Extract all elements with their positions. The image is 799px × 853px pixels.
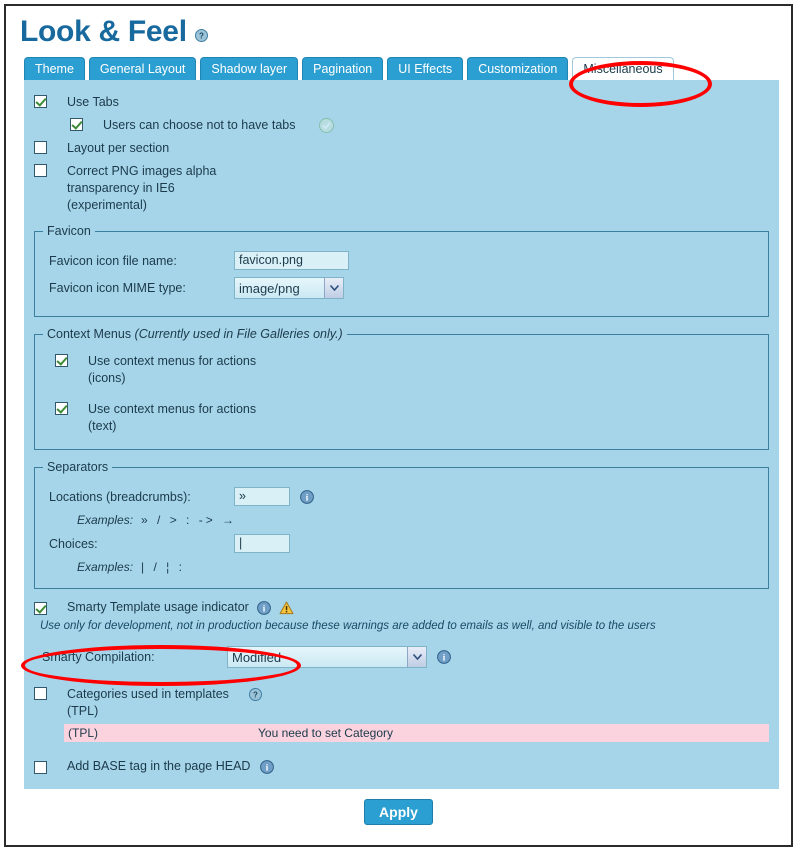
smarty-indicator-label: Smarty Template usage indicator <box>67 600 249 614</box>
correct-png-checkbox[interactable] <box>34 164 47 177</box>
separators-choices-examples-label: Examples: <box>77 560 134 574</box>
context-menus-text-checkbox[interactable] <box>55 402 68 415</box>
info-icon[interactable]: i <box>256 600 271 615</box>
favicon-mime-label: Favicon icon MIME type: <box>49 281 186 295</box>
separators-choices-row: Choices: <box>49 534 760 553</box>
users-choose-no-tabs-label: Users can choose not to have tabs <box>103 118 296 132</box>
svg-text:?: ? <box>253 691 258 700</box>
context-menus-icons-label: Use context menus for actions (icons) <box>88 354 257 385</box>
base-tag-checkbox[interactable] <box>34 760 47 774</box>
context-menus-legend-main: Context Menus <box>47 327 135 341</box>
separators-locations-examples: Examples: » / > : -> → <box>77 513 760 527</box>
smarty-compilation-row: Smarty Compilation: Modified i <box>42 646 769 668</box>
warning-triangle-icon[interactable] <box>279 601 294 615</box>
svg-text:?: ? <box>199 31 204 40</box>
use-tabs-checkbox[interactable] <box>34 95 47 108</box>
categories-label: Categories used in templates (TPL) <box>67 687 229 718</box>
option-layout-per-section[interactable]: Layout per section <box>34 140 769 157</box>
info-icon[interactable]: i <box>300 489 314 504</box>
tab-customization[interactable]: Customization <box>467 57 569 80</box>
separators-choices-examples: Examples: | / ¦ : <box>77 560 760 574</box>
separators-locations-row: Locations (breadcrumbs): i <box>49 487 760 506</box>
tab-general-layout[interactable]: General Layout <box>88 57 197 80</box>
separators-legend: Separators <box>47 460 109 474</box>
context-menus-group: Context Menus (Currently used in File Ga… <box>34 327 769 450</box>
tab-theme[interactable]: Theme <box>24 57 85 80</box>
option-context-menus-icons[interactable]: Use context menus for actions (icons) <box>55 353 760 387</box>
favicon-group: Favicon Favicon icon file name: Favicon … <box>34 224 769 317</box>
option-add-base-tag[interactable]: Add BASE tag in the page HEAD i <box>34 758 769 775</box>
separators-locations-examples-values: » / > : -> → <box>141 513 238 527</box>
categories-alert-text: You need to set Category <box>258 726 393 740</box>
help-icon[interactable]: ? <box>194 28 208 42</box>
favicon-mime-select[interactable]: image/png <box>234 277 344 299</box>
categories-alert-row: (TPL) You need to set Category <box>64 724 769 742</box>
separators-choices-input[interactable] <box>234 534 290 553</box>
context-menus-icons-checkbox[interactable] <box>55 354 68 367</box>
context-menus-text-label: Use context menus for actions (text) <box>88 402 257 433</box>
use-tabs-label: Use Tabs <box>67 95 119 109</box>
footer-actions: Apply <box>6 789 791 833</box>
tab-miscellaneous[interactable]: Miscellaneous <box>572 57 674 80</box>
chevron-down-icon[interactable] <box>324 278 343 298</box>
favicon-legend: Favicon <box>47 224 91 238</box>
tab-shadow-layer[interactable]: Shadow layer <box>200 57 299 80</box>
context-menus-legend: Context Menus (Currently used in File Ga… <box>43 327 347 341</box>
option-smarty-indicator[interactable]: Smarty Template usage indicator i <box>34 599 769 616</box>
tab-bar: Theme General Layout Shadow layer Pagina… <box>6 55 791 80</box>
favicon-mime-value: image/png <box>239 280 300 296</box>
categories-alert-left: (TPL) <box>68 726 98 740</box>
favicon-file-name-row: Favicon icon file name: <box>49 251 760 270</box>
option-correct-png[interactable]: Correct PNG images alpha transparency in… <box>34 163 769 214</box>
separators-choices-examples-values: | / ¦ : <box>141 560 185 574</box>
smarty-compilation-select[interactable]: Modified <box>227 646 427 668</box>
separators-locations-label: Locations (breadcrumbs): <box>49 489 191 504</box>
categories-checkbox[interactable] <box>34 687 47 700</box>
smarty-indicator-checkbox[interactable] <box>34 601 47 615</box>
green-check-circle-icon <box>319 118 335 133</box>
separators-locations-examples-label: Examples: <box>77 513 134 527</box>
correct-png-label: Correct PNG images alpha transparency in… <box>67 164 217 212</box>
page-header: Look & Feel ? <box>6 6 791 51</box>
option-use-tabs[interactable]: Use Tabs <box>34 94 769 111</box>
option-context-menus-text[interactable]: Use context menus for actions (text) <box>55 401 760 435</box>
miscellaneous-panel: Use Tabs Users can choose not to have ta… <box>24 80 779 789</box>
application-window: Look & Feel ? Theme General Layout Shado… <box>4 4 793 847</box>
smarty-compilation-label: Smarty Compilation: <box>42 650 155 664</box>
apply-button[interactable]: Apply <box>364 799 433 825</box>
smarty-compilation-value: Modified <box>232 649 282 665</box>
users-choose-no-tabs-checkbox[interactable] <box>70 118 83 131</box>
favicon-mime-row: Favicon icon MIME type: image/png <box>49 277 760 299</box>
option-categories-used-in-templates[interactable]: Categories used in templates (TPL) ? <box>34 686 769 720</box>
favicon-file-name-input[interactable] <box>234 251 349 270</box>
help-icon[interactable]: ? <box>249 688 262 701</box>
layout-per-section-checkbox[interactable] <box>34 141 47 154</box>
layout-per-section-label: Layout per section <box>67 141 170 155</box>
separators-group: Separators Locations (breadcrumbs): i Ex… <box>34 460 769 589</box>
tab-ui-effects[interactable]: UI Effects <box>387 57 464 80</box>
separators-choices-label: Choices: <box>49 536 98 551</box>
info-icon[interactable]: i <box>437 650 451 664</box>
smarty-indicator-note: Use only for development, not in product… <box>40 620 656 632</box>
option-users-choose-no-tabs[interactable]: Users can choose not to have tabs <box>70 117 769 134</box>
tab-pagination[interactable]: Pagination <box>302 57 384 80</box>
page-title: Look & Feel <box>20 15 187 48</box>
separators-locations-input[interactable] <box>234 487 290 506</box>
info-icon[interactable]: i <box>260 759 275 774</box>
favicon-file-name-label: Favicon icon file name: <box>49 253 177 268</box>
chevron-down-icon[interactable] <box>407 647 426 667</box>
base-tag-label: Add BASE tag in the page HEAD <box>67 759 251 773</box>
context-menus-legend-italic: (Currently used in File Galleries only.) <box>134 327 343 341</box>
